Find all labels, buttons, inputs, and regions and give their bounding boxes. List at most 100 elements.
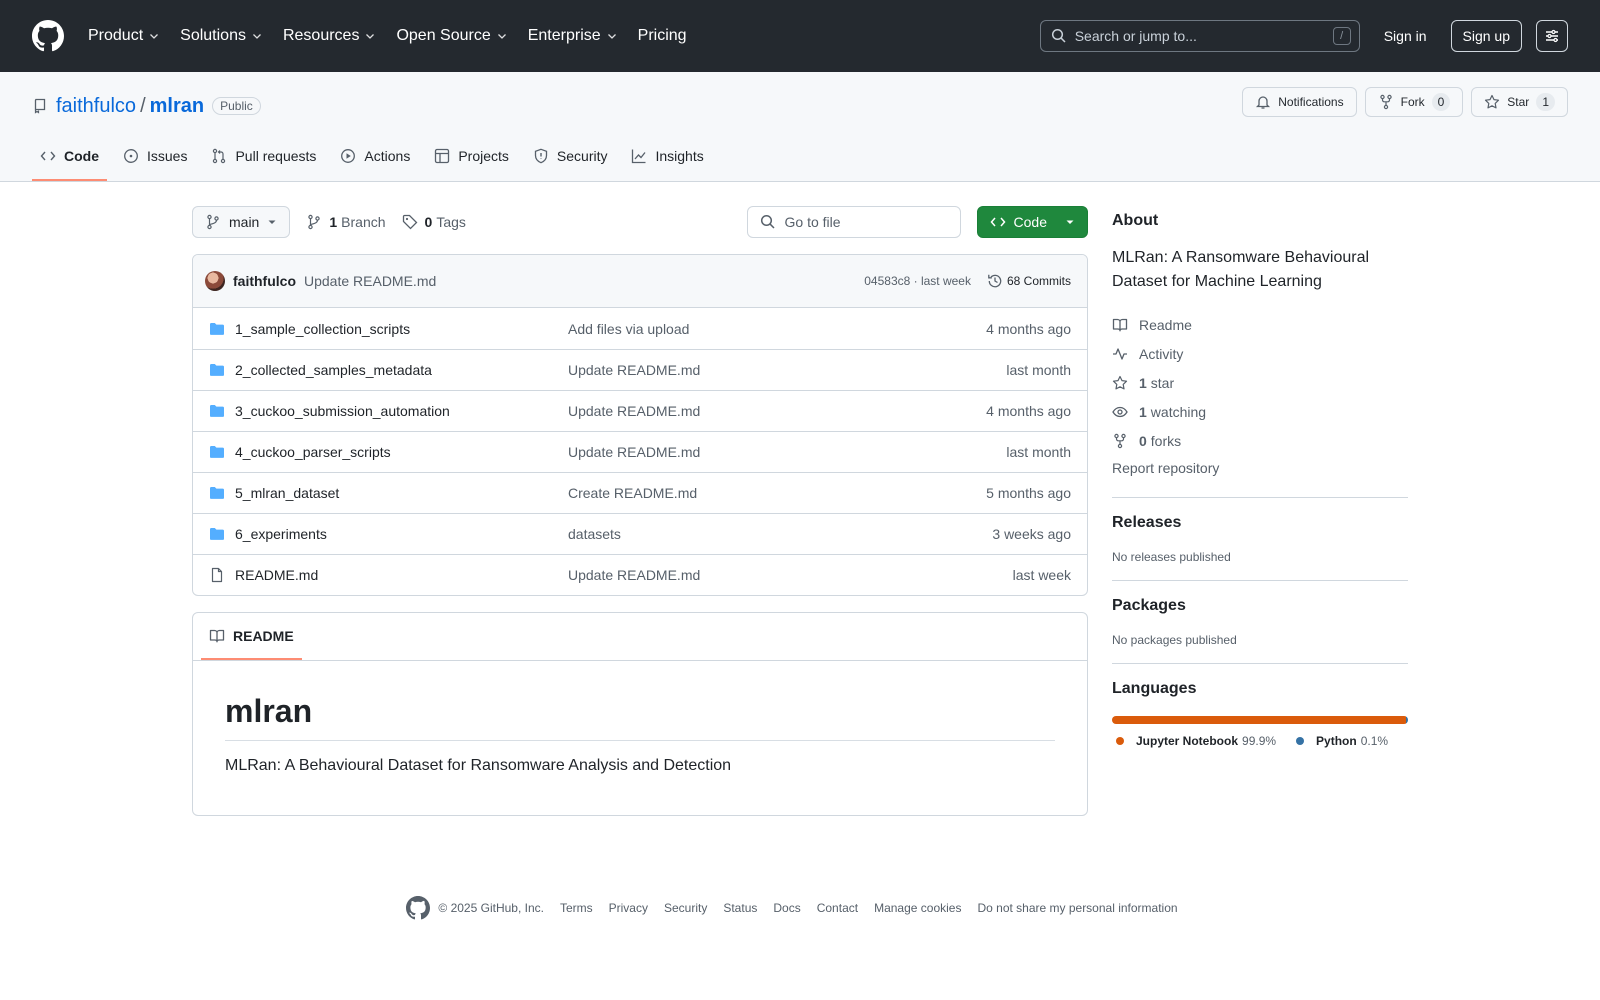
- footer-link-security[interactable]: Security: [664, 901, 707, 915]
- file-name-link[interactable]: 3_cuckoo_submission_automation: [235, 403, 568, 419]
- language-bar-segment: [1112, 716, 1406, 724]
- commit-hash-link[interactable]: 04583c8 · last week: [864, 274, 971, 288]
- book-icon: [209, 629, 225, 642]
- latest-commit: faithfulco Update README.md 04583c8 · la…: [193, 255, 1087, 308]
- footer-link-contact[interactable]: Contact: [817, 901, 858, 915]
- repo-name-link[interactable]: mlran: [150, 95, 204, 118]
- fork-button[interactable]: Fork 0: [1364, 87, 1464, 117]
- nav-label: Resources: [282, 27, 360, 44]
- branches-link[interactable]: 1 Branch: [306, 214, 386, 230]
- tab-projects[interactable]: Projects: [426, 133, 517, 181]
- tab-code[interactable]: Code: [32, 133, 107, 181]
- file-row[interactable]: 3_cuckoo_submission_automation Update REA…: [193, 390, 1087, 431]
- sign-up-button[interactable]: Sign up: [1450, 20, 1522, 52]
- fork-label: Fork: [1400, 95, 1425, 109]
- footer-link-terms[interactable]: Terms: [560, 901, 593, 915]
- tab-pull-requests[interactable]: Pull requests: [203, 133, 324, 181]
- file-navigation: main 1 Branch 0 Tags Go to file Code: [192, 206, 1088, 238]
- file-row[interactable]: 5_mlran_dataset Create README.md 5 months …: [193, 472, 1087, 513]
- bell-icon: [1256, 96, 1271, 109]
- file-commit-message-link[interactable]: Update README.md: [568, 567, 1013, 583]
- nav-open-source[interactable]: Open Source: [396, 20, 519, 52]
- code-icon: [990, 217, 1006, 227]
- file-commit-date: last month: [1006, 444, 1071, 460]
- notifications-label: Notifications: [1278, 95, 1344, 109]
- readme-link[interactable]: Readme: [1112, 310, 1408, 339]
- go-to-file-input[interactable]: Go to file: [746, 206, 961, 238]
- stars-link[interactable]: 1 star: [1112, 368, 1408, 397]
- tab-issues[interactable]: Issues: [115, 133, 195, 181]
- commits-history-link[interactable]: 68 Commits: [987, 273, 1071, 289]
- tag-icon: [402, 214, 417, 230]
- file-commit-message-link[interactable]: Create README.md: [568, 485, 986, 501]
- search-shortcut-key: /: [1332, 27, 1351, 45]
- tab-label: Pull requests: [235, 148, 317, 164]
- file-row[interactable]: 1_sample_collection_scripts Add files via…: [193, 308, 1087, 349]
- code-dropdown-button[interactable]: Code: [976, 206, 1088, 238]
- file-name-link[interactable]: 4_cuckoo_parser_scripts: [235, 444, 568, 460]
- tab-insights[interactable]: Insights: [623, 133, 711, 181]
- tab-actions[interactable]: Actions: [332, 133, 418, 181]
- footer-link-manage-cookies[interactable]: Manage cookies: [874, 901, 961, 915]
- readme-tab[interactable]: README: [201, 613, 302, 660]
- file-row[interactable]: 6_experiments datasets 3 weeks ago: [193, 513, 1087, 554]
- tab-security[interactable]: Security: [525, 133, 616, 181]
- file-commit-message-link[interactable]: Add files via upload: [568, 321, 986, 337]
- footer-link-docs[interactable]: Docs: [773, 901, 800, 915]
- file-commit-message-link[interactable]: Update README.md: [568, 362, 1006, 378]
- sign-in-link[interactable]: Sign in: [1376, 28, 1435, 44]
- repo-actions: Notifications Fork 0 Star 1: [1242, 87, 1568, 117]
- file-row[interactable]: README.md Update README.md last week: [193, 554, 1087, 595]
- file-name-link[interactable]: 1_sample_collection_scripts: [235, 321, 568, 337]
- nav-product[interactable]: Product: [88, 20, 172, 52]
- report-repository-link[interactable]: Report repository: [1112, 455, 1408, 481]
- history-icon: [988, 274, 1002, 288]
- file-name-link[interactable]: 2_collected_samples_metadata: [235, 362, 568, 378]
- file-commit-message-link[interactable]: Update README.md: [568, 403, 986, 419]
- file-commit-message-link[interactable]: Update README.md: [568, 444, 1006, 460]
- nav-resources[interactable]: Resources: [283, 20, 388, 52]
- releases-heading[interactable]: Releases: [1112, 514, 1408, 532]
- tab-label: Issues: [147, 148, 188, 164]
- activity-link[interactable]: Activity: [1112, 339, 1408, 368]
- file-row[interactable]: 2_collected_samples_metadata Update READM…: [193, 349, 1087, 390]
- nav-pricing[interactable]: Pricing: [638, 20, 699, 52]
- packages-heading[interactable]: Packages: [1112, 597, 1408, 615]
- footer-link-privacy[interactable]: Privacy: [609, 901, 648, 915]
- repo-owner-link[interactable]: faithfulco: [56, 95, 136, 118]
- nav-label: Enterprise: [527, 27, 601, 44]
- github-logo-icon[interactable]: [32, 20, 64, 52]
- repo-main: main 1 Branch 0 Tags Go to file Code fai…: [0, 206, 1600, 816]
- book-icon: [1112, 318, 1128, 331]
- forks-label: forks: [1150, 432, 1182, 449]
- language-item[interactable]: Jupyter Notebook 99.9%: [1112, 734, 1276, 748]
- watchers-link[interactable]: 1 watching: [1112, 397, 1408, 426]
- tab-label: Security: [556, 148, 608, 164]
- file-row[interactable]: 4_cuckoo_parser_scripts Update README.md l…: [193, 431, 1087, 472]
- branch-selector[interactable]: main: [192, 206, 291, 238]
- search-icon: [760, 214, 775, 229]
- about-heading: About: [1112, 212, 1159, 229]
- nav-solutions[interactable]: Solutions: [180, 20, 275, 52]
- language-item[interactable]: Python 0.1%: [1292, 734, 1388, 748]
- author-avatar[interactable]: [205, 271, 225, 291]
- footer-link-status[interactable]: Status: [723, 901, 757, 915]
- folder-icon: [209, 403, 225, 419]
- tags-link[interactable]: 0 Tags: [402, 214, 466, 230]
- github-logo-icon[interactable]: [406, 896, 431, 920]
- file-name-link[interactable]: 6_experiments: [235, 526, 568, 542]
- settings-menu-button[interactable]: [1536, 20, 1568, 52]
- commit-message-link[interactable]: Update README.md: [304, 273, 436, 289]
- notifications-button[interactable]: Notifications: [1242, 87, 1357, 117]
- watching-label: watching: [1150, 403, 1207, 420]
- commit-author-link[interactable]: faithfulco: [233, 273, 296, 289]
- file-name-link[interactable]: 5_mlran_dataset: [235, 485, 568, 501]
- star-button[interactable]: Star 1: [1471, 87, 1568, 117]
- forks-link[interactable]: 0 forks: [1112, 426, 1408, 455]
- footer-link-do-not-share[interactable]: Do not share my personal information: [977, 901, 1177, 915]
- nav-enterprise[interactable]: Enterprise: [528, 20, 630, 52]
- global-search-input[interactable]: Search or jump to... /: [1039, 20, 1360, 52]
- file-commit-message-link[interactable]: datasets: [568, 526, 992, 542]
- file-name-link[interactable]: README.md: [235, 567, 568, 583]
- search-icon: [1051, 28, 1066, 43]
